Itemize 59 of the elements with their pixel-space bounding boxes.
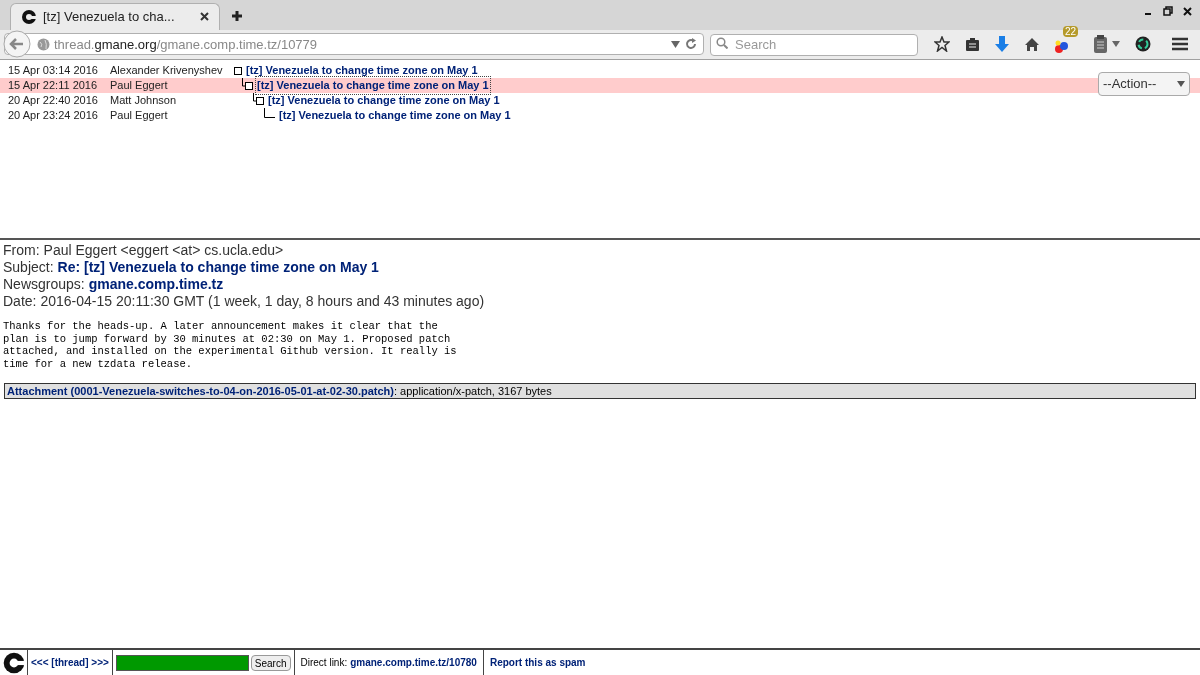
message-author: Alexander Krivenyshev [110,63,224,79]
tree-node-icon [252,93,265,108]
reading-list-icon[interactable] [965,36,980,52]
new-tab-icon[interactable] [232,10,242,21]
search-field[interactable]: Search [710,33,918,56]
message-date: 15 Apr 03:14 2016 [8,63,99,79]
thread-subject-link[interactable]: [tz] Venezuela to change time zone on May 1 [278,107,512,124]
reload-icon[interactable] [685,38,697,51]
direct-link-label: Direct link: [300,656,348,670]
extension-icon[interactable] [1055,40,1069,55]
header-link[interactable]: Re: [tz] Venezuela to change time zone on May 1 [57,259,379,276]
attachment-link[interactable]: Attachment (0001-Venezuela-switches-to-04-on-2016-05-01-at-02-30.patch) [7,382,394,400]
dropdown-icon[interactable] [671,40,680,48]
tree-node-icon [241,78,254,93]
thread-subject-link[interactable]: [tz] Venezuela to change time zone on May 1 [267,92,501,109]
globe-icon [37,37,50,51]
gmane-logo-icon [21,8,37,25]
search-icon [716,37,728,50]
tab-title: [tz] Venezuela to cha... [43,7,175,26]
message-date: 20 Apr 23:24 2016 [8,108,99,124]
clipboard-icon[interactable] [1094,35,1107,54]
thread-subject-link[interactable]: [tz] Venezuela to change time zone on May 1 [256,77,490,94]
search-button[interactable]: Search [250,654,291,671]
home-icon[interactable] [1024,36,1040,52]
dropdown-icon [1177,81,1185,87]
message-date: 15 Apr 22:11 2016 [8,78,99,94]
header-label: Date: [3,293,37,310]
header-value: Paul Eggert <eggert <at> cs.ucla.edu> [43,242,284,259]
url-text: thread.gmane.org/gmane.comp.time.tz/10779 [54,35,318,54]
thread-navigation-link[interactable]: <<< [thread] >>> [31,655,109,670]
message-date: 20 Apr 22:40 2016 [8,93,99,109]
action-select[interactable]: --Action-- [1098,72,1190,96]
browser-tab[interactable]: [tz] Venezuela to cha... [10,2,220,30]
header-link[interactable]: gmane.comp.time.tz [88,276,224,293]
message-body: Thanks for the heads-up. A later announcement makes it clear that the plan is to jump forward by 30 minutes at 02:30 on May 1. Proposed patch attached, and installed on the experimental Github version. It really is time for a new tzdata release. [3,320,458,370]
message-author: Paul Eggert [110,78,169,94]
header-label: Subject: [3,259,54,276]
star-icon[interactable] [934,36,950,53]
direct-link[interactable]: gmane.comp.time.tz/10780 [350,655,477,670]
dropdown-icon[interactable] [1112,41,1120,48]
header-label: Newsgroups: [3,276,85,293]
report-spam-link[interactable]: Report this as spam [489,655,586,670]
back-icon[interactable] [3,30,31,59]
close-window-icon[interactable] [1183,6,1192,16]
restore-icon[interactable] [1163,6,1173,16]
notification-badge: 22 [1063,26,1079,38]
color-wheel-icon[interactable] [1135,36,1151,53]
message-author: Matt Johnson [110,93,178,109]
message-author: Paul Eggert [110,108,169,124]
attachment-info: : application/x-patch, 3167 bytes [393,383,552,399]
url-field[interactable]: thread.gmane.org/gmane.comp.time.tz/10779 [4,33,704,56]
thread-subject-link[interactable]: [tz] Venezuela to change time zone on May 1 [245,62,479,79]
menu-icon[interactable] [1172,37,1188,52]
header-value: 2016-04-15 20:11:30 GMT (1 week, 1 day, 8 hours and 43 minutes ago) [40,293,485,310]
search-field[interactable] [115,654,249,671]
download-icon[interactable] [995,36,1009,53]
header-label: From: [3,242,40,259]
gmane-logo-icon[interactable] [2,651,25,674]
close-icon[interactable] [200,12,209,21]
